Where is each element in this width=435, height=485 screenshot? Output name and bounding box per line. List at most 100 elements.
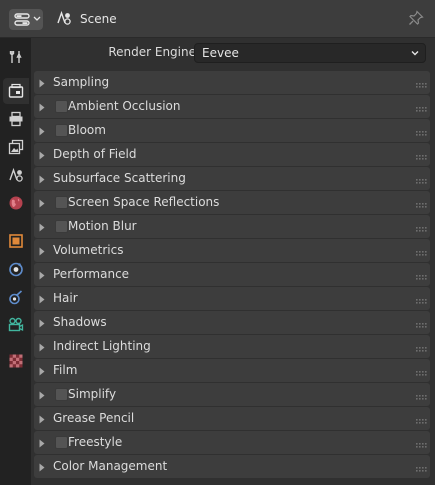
disclosure-triangle-icon[interactable]	[39, 341, 45, 355]
image-stack-icon	[8, 139, 24, 155]
disclosure-triangle-icon[interactable]	[39, 269, 45, 283]
panel-volumetrics[interactable]: Volumetrics	[34, 239, 430, 262]
camera-data-icon	[8, 317, 24, 332]
tab-physics[interactable]	[3, 256, 29, 282]
panel-title: Shadows	[53, 315, 107, 329]
tab-output[interactable]	[3, 106, 29, 132]
drag-grip-icon[interactable]	[416, 222, 428, 236]
panel-title: Color Management	[53, 459, 168, 473]
scene-icon	[56, 10, 72, 29]
bloom-checkbox[interactable]	[55, 124, 68, 137]
panel-simplify[interactable]: Simplify	[34, 383, 430, 406]
disclosure-triangle-icon[interactable]	[39, 173, 45, 187]
ambient-occlusion-checkbox[interactable]	[55, 100, 68, 113]
tab-view-layer[interactable]	[3, 134, 29, 160]
constraint-icon	[9, 290, 23, 305]
panel-sampling[interactable]: Sampling	[34, 71, 430, 94]
panel-title: Grease Pencil	[53, 411, 135, 425]
tab-object[interactable]	[3, 228, 29, 254]
drag-grip-icon[interactable]	[416, 366, 428, 380]
panel-subsurface-scattering[interactable]: Subsurface Scattering	[34, 167, 430, 190]
panel-screen-space-reflections[interactable]: Screen Space Reflections	[34, 191, 430, 214]
tab-render[interactable]	[3, 78, 29, 104]
disclosure-triangle-icon[interactable]	[39, 461, 45, 475]
disclosure-triangle-icon[interactable]	[39, 437, 45, 451]
drag-grip-icon[interactable]	[416, 318, 428, 332]
drag-grip-icon[interactable]	[416, 462, 428, 476]
tab-camera-data[interactable]	[3, 312, 29, 338]
disclosure-triangle-icon[interactable]	[39, 125, 45, 139]
panel-grease-pencil[interactable]: Grease Pencil	[34, 407, 430, 430]
screen-space-reflections-checkbox[interactable]	[55, 196, 68, 209]
disclosure-triangle-icon[interactable]	[39, 389, 45, 403]
panel-bloom[interactable]: Bloom	[34, 119, 430, 142]
panel-title: Indirect Lighting	[53, 339, 151, 353]
panel-title: Ambient Occlusion	[68, 99, 181, 113]
tab-tool[interactable]	[3, 44, 29, 70]
physics-icon	[9, 262, 23, 277]
disclosure-triangle-icon[interactable]	[39, 197, 45, 211]
checker-icon	[9, 354, 23, 368]
panel-depth-of-field[interactable]: Depth of Field	[34, 143, 430, 166]
drag-grip-icon[interactable]	[416, 78, 428, 92]
drag-grip-icon[interactable]	[416, 150, 428, 164]
panel-color-management[interactable]: Color Management	[34, 455, 430, 478]
disclosure-triangle-icon[interactable]	[39, 245, 45, 259]
drag-grip-icon[interactable]	[416, 198, 428, 212]
tab-texture[interactable]	[3, 348, 29, 374]
panel-title: Hair	[53, 291, 78, 305]
drag-grip-icon[interactable]	[416, 342, 428, 356]
chevron-down-icon	[33, 12, 41, 28]
panel-performance[interactable]: Performance	[34, 263, 430, 286]
drag-grip-icon[interactable]	[416, 438, 428, 452]
disclosure-triangle-icon[interactable]	[39, 365, 45, 379]
freestyle-checkbox[interactable]	[55, 436, 68, 449]
tab-scene[interactable]	[3, 162, 29, 188]
render-engine-select[interactable]: Eevee	[194, 43, 426, 63]
drag-grip-icon[interactable]	[416, 390, 428, 404]
editor-type-menu[interactable]	[9, 9, 43, 30]
panel-title: Subsurface Scattering	[53, 171, 186, 185]
drag-grip-icon[interactable]	[416, 414, 428, 428]
disclosure-triangle-icon[interactable]	[39, 77, 45, 91]
tab-world[interactable]	[3, 190, 29, 216]
simplify-checkbox[interactable]	[55, 388, 68, 401]
drag-grip-icon[interactable]	[416, 270, 428, 284]
panel-indirect-lighting[interactable]: Indirect Lighting	[34, 335, 430, 358]
render-engine-value: Eevee	[202, 46, 239, 60]
properties-tabs	[0, 38, 31, 485]
drag-grip-icon[interactable]	[416, 102, 428, 116]
panel-title: Screen Space Reflections	[68, 195, 220, 209]
drag-grip-icon[interactable]	[416, 246, 428, 260]
panel-freestyle[interactable]: Freestyle	[34, 431, 430, 454]
panel-film[interactable]: Film	[34, 359, 430, 382]
panel-title: Freestyle	[68, 435, 123, 449]
disclosure-triangle-icon[interactable]	[39, 317, 45, 331]
properties-editor-icon	[14, 13, 30, 29]
disclosure-triangle-icon[interactable]	[39, 101, 45, 115]
drag-grip-icon[interactable]	[416, 174, 428, 188]
panel-title: Volumetrics	[53, 243, 124, 257]
panel-title: Performance	[53, 267, 130, 281]
panel-ambient-occlusion[interactable]: Ambient Occlusion	[34, 95, 430, 118]
context-label: Scene	[80, 12, 117, 26]
panel-title: Film	[53, 363, 78, 377]
panel-shadows[interactable]: Shadows	[34, 311, 430, 334]
world-icon	[9, 196, 23, 210]
panel-motion-blur[interactable]: Motion Blur	[34, 215, 430, 238]
drag-grip-icon[interactable]	[416, 294, 428, 308]
motion-blur-checkbox[interactable]	[55, 220, 68, 233]
render-engine-row: Render Engine Eevee	[31, 40, 435, 64]
disclosure-triangle-icon[interactable]	[39, 293, 45, 307]
pin-icon[interactable]	[408, 10, 424, 29]
render-properties-panel: Render Engine Eevee Sampling Ambient Occl…	[31, 38, 435, 485]
object-square-icon	[9, 234, 23, 248]
render-engine-label: Render Engine	[108, 45, 196, 59]
tab-constraints[interactable]	[3, 284, 29, 310]
disclosure-triangle-icon[interactable]	[39, 413, 45, 427]
disclosure-triangle-icon[interactable]	[39, 149, 45, 163]
disclosure-triangle-icon[interactable]	[39, 221, 45, 235]
panel-hair[interactable]: Hair	[34, 287, 430, 310]
panel-title: Simplify	[68, 387, 117, 401]
drag-grip-icon[interactable]	[416, 126, 428, 140]
